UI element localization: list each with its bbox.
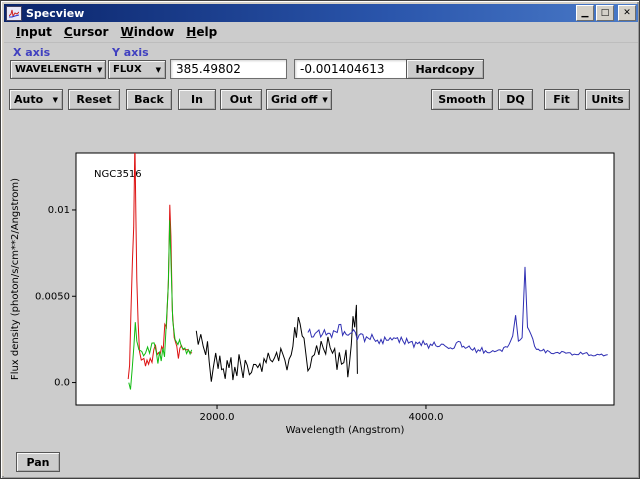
auto-combo-value: Auto — [14, 93, 43, 106]
fit-button[interactable]: Fit — [544, 89, 579, 110]
app-icon-glyph — [9, 9, 19, 18]
x-tick-label: 4000.0 — [408, 412, 443, 423]
pan-button[interactable]: Pan — [16, 452, 60, 472]
toolbar-row: Auto ▼ Reset Back In Out Grid off ▼ Smoo… — [4, 88, 638, 114]
chevron-down-icon: ▼ — [322, 96, 327, 104]
chevron-down-icon: ▼ — [97, 66, 102, 74]
zoom-in-button-label: In — [191, 93, 203, 106]
y-tick-label: 0.01 — [48, 205, 70, 216]
chevron-down-icon: ▼ — [53, 96, 58, 104]
dq-button-label: DQ — [506, 93, 524, 106]
window-title: Specview — [26, 7, 574, 20]
zoom-out-button-label: Out — [230, 93, 252, 106]
cursor-x-field[interactable] — [170, 59, 287, 79]
zoom-in-button[interactable]: In — [178, 89, 216, 110]
x-axis-combo[interactable]: WAVELENGTH ▼ — [10, 60, 106, 79]
auto-combo[interactable]: Auto ▼ — [9, 89, 63, 110]
y-axis-combo-value: FLUX — [113, 64, 142, 75]
x-axis-title: Wavelength (Angstrom) — [286, 425, 405, 436]
grid-combo-value: Grid off — [271, 93, 317, 106]
y-tick-label: 0.0 — [54, 378, 70, 389]
maximize-icon: □ — [601, 9, 610, 18]
y-axis-label: Y axis — [112, 46, 149, 59]
reset-button-label: Reset — [76, 93, 111, 106]
units-button[interactable]: Units — [585, 89, 630, 110]
y-axis-combo[interactable]: FLUX ▼ — [108, 60, 166, 79]
minimize-icon: ▁ — [582, 9, 589, 18]
app-window: Specview ▁ □ ✕ Input Cursor Window Help … — [0, 0, 640, 479]
back-button-label: Back — [134, 93, 164, 106]
units-button-label: Units — [591, 93, 623, 106]
grid-combo[interactable]: Grid off ▼ — [266, 89, 332, 110]
x-axis-combo-value: WAVELENGTH — [15, 64, 92, 75]
y-axis-title: Flux density (photon/s/cm**2/Angstrom) — [10, 178, 21, 380]
menu-cursor[interactable]: Cursor — [58, 24, 115, 40]
hardcopy-button[interactable]: Hardcopy — [406, 59, 484, 79]
title-bar: Specview ▁ □ ✕ — [4, 4, 638, 22]
menu-bar: Input Cursor Window Help — [4, 22, 638, 43]
axis-controls-row: X axis WAVELENGTH ▼ Y axis FLUX ▼ Hardco… — [4, 43, 638, 88]
smooth-button[interactable]: Smooth — [431, 89, 493, 110]
zoom-out-button[interactable]: Out — [220, 89, 262, 110]
x-tick-label: 2000.0 — [200, 412, 235, 423]
spectrum-plot[interactable]: 2000.0 4000.0 0.01 0.0050 0.0 Wavelength (Ang… — [4, 122, 638, 444]
cursor-y-field[interactable] — [294, 59, 411, 79]
menu-input[interactable]: Input — [10, 24, 58, 40]
back-button[interactable]: Back — [126, 89, 172, 110]
maximize-button[interactable]: □ — [596, 5, 614, 21]
reset-button[interactable]: Reset — [68, 89, 120, 110]
spectrum-chart-panel: 2000.0 4000.0 0.01 0.0050 0.0 Wavelength (Ang… — [4, 122, 638, 444]
close-button[interactable]: ✕ — [618, 5, 636, 21]
fit-button-label: Fit — [553, 93, 570, 106]
close-icon: ✕ — [623, 9, 631, 18]
app-icon — [6, 6, 22, 21]
smooth-button-label: Smooth — [438, 93, 486, 106]
y-tick-label: 0.0050 — [35, 291, 70, 302]
minimize-button[interactable]: ▁ — [576, 5, 594, 21]
menu-window[interactable]: Window — [114, 24, 180, 40]
menu-help[interactable]: Help — [180, 24, 223, 40]
x-axis-label: X axis — [13, 46, 50, 59]
pan-button-label: Pan — [26, 456, 49, 469]
chevron-down-icon: ▼ — [156, 66, 161, 74]
plot-area[interactable] — [76, 153, 614, 405]
hardcopy-button-label: Hardcopy — [415, 63, 474, 76]
dq-button[interactable]: DQ — [498, 89, 533, 110]
